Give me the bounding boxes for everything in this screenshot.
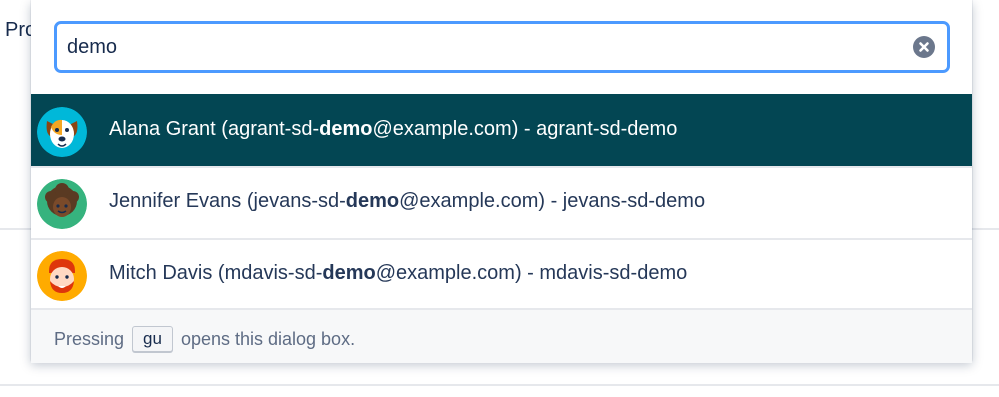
search-field [54, 21, 950, 73]
result-item-jennifer-evans[interactable]: Jennifer Evans (jevans-sd-demo@example.c… [31, 166, 972, 238]
background-heading-fragment: Pro [5, 19, 31, 41]
result-label: Alana Grant (agrant-sd-demo@example.com)… [109, 118, 677, 141]
page: Pro demo Alana Grant (agrant-sd-demo@exa… [0, 0, 999, 397]
woman-avatar-icon [37, 179, 87, 229]
result-name: Jennifer Evans [109, 190, 242, 212]
result-email-match: demo [319, 118, 373, 140]
background-divider [0, 384, 999, 386]
footer-prefix: Pressing [54, 328, 125, 349]
result-email-prefix: (agrant-sd- [221, 118, 320, 140]
result-email-suffix: @example.com) [375, 262, 522, 284]
keyboard-shortcut: gu [132, 326, 173, 352]
result-item-mitch-davis[interactable]: Mitch Davis (mdavis-sd-demo@example.com)… [31, 238, 972, 310]
result-email-match: demo [345, 190, 400, 212]
result-name: Mitch Davis [109, 262, 213, 284]
result-email-suffix: @example.com) [399, 190, 546, 212]
result-email-prefix: (jevans-sd- [246, 190, 346, 212]
search-input[interactable] [67, 24, 897, 70]
result-item-alana-grant[interactable]: Alana Grant (agrant-sd-demo@example.com)… [31, 94, 972, 166]
result-email-prefix: (mdavis-sd- [217, 262, 323, 284]
result-username: - agrant-sd-demo [518, 118, 678, 140]
result-label: Mitch Davis (mdavis-sd-demo@example.com)… [109, 262, 687, 285]
result-username: - jevans-sd-demo [545, 190, 706, 212]
result-name: Alana Grant [109, 118, 216, 140]
result-email-match: demo [322, 262, 376, 284]
result-label: Jennifer Evans (jevans-sd-demo@example.c… [109, 190, 705, 213]
man-avatar-icon [37, 251, 87, 301]
footer-hint: Pressing gu opens this dialog box. [54, 326, 355, 352]
result-email-suffix: @example.com) [372, 118, 519, 140]
results-list: Alana Grant (agrant-sd-demo@example.com)… [31, 94, 972, 310]
footer-suffix: opens this dialog box. [180, 328, 356, 349]
dog-avatar-icon [37, 107, 87, 157]
result-username: - mdavis-sd-demo [521, 262, 688, 284]
user-search-dialog: Alana Grant (agrant-sd-demo@example.com)… [31, 0, 972, 363]
clear-icon[interactable] [913, 36, 935, 58]
dialog-footer: Pressing gu opens this dialog box. [31, 308, 972, 363]
